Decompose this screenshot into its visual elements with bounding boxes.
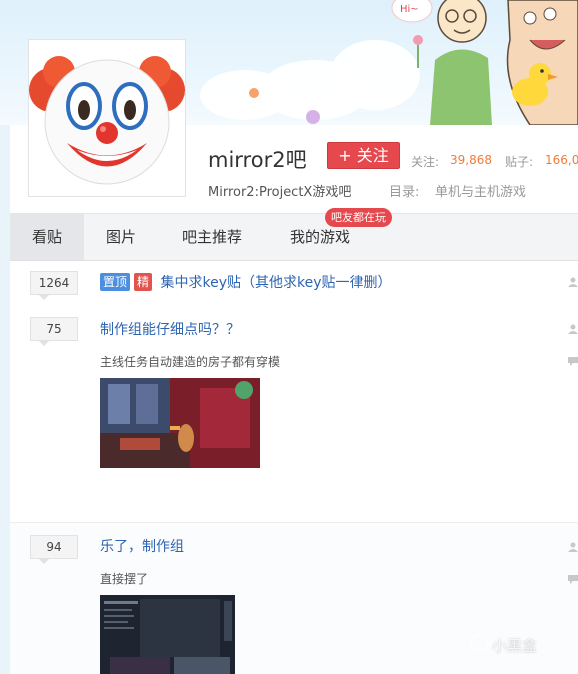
forum-subtitle: Mirror2:ProjectX游戏吧 [208,185,352,200]
forum-tab-bar: 看贴 图片 吧主推荐 我的游戏 [10,214,578,261]
reply-count: 75 [30,317,78,346]
svg-text:Hi~: Hi~ [400,4,419,15]
follow-count-value: 39,868 [450,153,492,167]
thread-title-text[interactable]: 集中求key贴（其他求key贴一律删） [160,275,391,291]
reply-icon [568,357,578,366]
thread-image-thumbnail[interactable] [100,378,260,468]
thread-image-thumbnail[interactable] [100,595,235,674]
follow-count-label: 关注: [411,155,440,169]
balloon-decoration [306,110,320,124]
featured-tag: 精 [134,273,153,291]
post-count-label: 贴子: [505,155,534,169]
thread-row[interactable]: 1264 置顶精 集中求key贴（其他求key贴一律删） [10,261,578,305]
post-count-value: 166,00 [545,153,578,167]
tab-owner-recommend[interactable]: 吧主推荐 [182,214,242,260]
reply-icon [568,575,578,584]
tab-badge: 吧友都在玩 [325,208,392,227]
page-margin [0,125,10,674]
forum-avatar[interactable] [28,39,186,197]
author-icon [568,542,578,552]
forum-name[interactable]: mirror2吧 [208,144,307,174]
thread-title[interactable]: 置顶精 集中求key贴（其他求key贴一律删） [100,272,392,292]
tab-pictures[interactable]: 图片 [106,214,136,260]
author-icon [568,324,578,334]
watermark: 小黑盒 [492,637,538,655]
follow-button[interactable]: + 关注 [327,142,400,169]
catalog-link[interactable]: 单机与主机游戏 [435,181,526,200]
pinned-tag: 置顶 [100,273,131,291]
reply-count: 94 [30,535,78,564]
thread-title[interactable]: 制作组能仔细点吗？？ [100,319,240,339]
watermark-logo-icon [470,634,488,652]
reply-count: 1264 [30,271,78,300]
banner-cartoon-illustration: Hi~ [391,0,578,125]
thread-abstract: 主线任务自动建造的房子都有穿模 [100,355,281,369]
balloon-decoration [249,88,259,98]
thread-abstract: 直接摆了 [100,572,149,586]
author-icon [568,277,578,287]
thread-title[interactable]: 乐了，制作组 [100,536,184,556]
thread-row[interactable]: 75 制作组能仔细点吗？？ 主线任务自动建造的房子都有穿模 [10,305,578,522]
tab-threads[interactable]: 看贴 [10,214,84,260]
clown-face-icon [29,56,185,185]
catalog-label: 目录: [389,185,420,200]
